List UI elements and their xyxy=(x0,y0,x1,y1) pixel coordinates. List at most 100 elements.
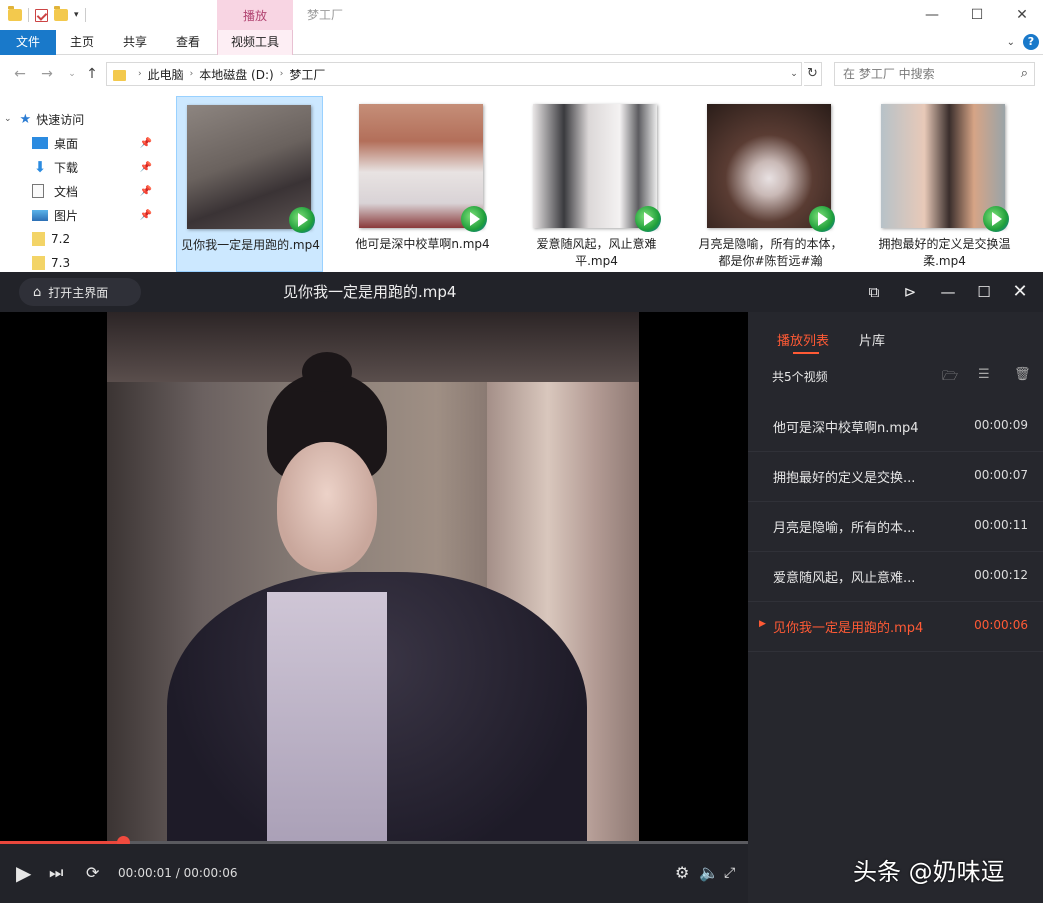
pin-on-top-icon[interactable]: ⊳ xyxy=(899,280,921,304)
file-name: 见你我一定是用跑的.mp4 xyxy=(181,238,320,252)
file-name: 爱意随风起，风止意难平.mp4 xyxy=(536,237,657,268)
refresh-icon[interactable]: ↻ xyxy=(804,62,822,86)
file-tile[interactable]: 拥抱最好的定义是交换温柔.mp4 xyxy=(871,96,1018,272)
player-title: 见你我一定是用跑的.mp4 xyxy=(283,283,457,301)
player-controls: ▶ ⏭ ⟳ 00:00:01 / 00:00:06 ⚙ 🔈 ⤢ xyxy=(0,844,748,903)
tab-view[interactable]: 查看 xyxy=(170,30,206,55)
file-explorer-window: ▾ 播放 梦工厂 — ☐ ✕ 文件 主页 共享 查看 视频工具 ⌄ ? ← → … xyxy=(0,0,1043,272)
forward-arrow-icon[interactable]: → xyxy=(37,64,57,84)
nav-quick-access[interactable]: ⌄ ★ 快速访问 xyxy=(4,107,164,131)
nav-item-label: 文档 xyxy=(54,184,79,199)
trash-icon[interactable]: 🗑 xyxy=(1014,367,1031,382)
up-arrow-icon[interactable]: ↑ xyxy=(82,64,102,84)
chevron-right-icon[interactable]: › xyxy=(280,69,284,79)
playlist-item[interactable]: 月亮是隐喻，所有的本... 00:00:11 xyxy=(748,502,1043,552)
loop-icon[interactable]: ⟳ xyxy=(86,862,99,884)
nav-item-label: 快速访问 xyxy=(36,112,85,127)
close-icon[interactable]: ✕ xyxy=(1009,280,1031,304)
search-placeholder: 在 梦工厂 中搜索 xyxy=(843,67,935,81)
expand-ribbon-icon[interactable]: ⌄ xyxy=(1007,37,1015,48)
video-area[interactable] xyxy=(0,312,748,844)
download-arrow-icon: ⬇ xyxy=(33,158,47,176)
play-icon[interactable]: ▶ xyxy=(16,862,31,884)
chevron-right-icon[interactable]: › xyxy=(138,69,142,79)
fullscreen-icon[interactable]: ⤢ xyxy=(724,862,735,884)
file-tile[interactable]: 爱意随风起，风止意难平.mp4 xyxy=(523,96,670,272)
divider xyxy=(84,8,86,22)
search-input[interactable]: 在 梦工厂 中搜索 ⌕ xyxy=(834,62,1035,86)
frame-figure-robe xyxy=(267,592,387,844)
playlist-item-duration: 00:00:06 xyxy=(974,618,1028,632)
tab-video-tools[interactable]: 视频工具 xyxy=(217,30,293,55)
minimize-icon[interactable]: — xyxy=(937,280,959,304)
window-title: 梦工厂 xyxy=(307,8,344,22)
chevron-right-icon[interactable]: › xyxy=(190,69,194,79)
breadcrumb-this-pc[interactable]: 此电脑 xyxy=(148,66,184,83)
back-arrow-icon[interactable]: ← xyxy=(10,64,30,84)
maximize-icon[interactable]: ☐ xyxy=(973,280,995,304)
nav-item-folder-7-2[interactable]: 7.2 xyxy=(32,227,192,251)
playlist-item-duration: 00:00:11 xyxy=(974,518,1028,532)
settings-gear-icon[interactable]: ⚙ xyxy=(675,862,689,884)
tab-file[interactable]: 文件 xyxy=(0,30,56,55)
file-list: 见你我一定是用跑的.mp4 他可是深中校草啊n.mp4 爱意随风起，风止意难平.… xyxy=(175,96,1043,272)
chevron-down-icon[interactable]: ⌄ xyxy=(4,114,12,124)
video-play-badge-icon xyxy=(289,207,315,233)
breadcrumb-local-disk[interactable]: 本地磁盘 (D:) xyxy=(199,66,273,83)
address-row: ← → ⌄ ↑ › 此电脑 › 本地磁盘 (D:) › 梦工厂 ⌄ ↻ 在 梦工… xyxy=(0,60,1043,88)
close-button[interactable]: ✕ xyxy=(999,0,1043,30)
video-play-badge-icon xyxy=(809,206,835,232)
star-icon: ★ xyxy=(19,111,32,127)
playlist-item-name: 见你我一定是用跑的.mp4 xyxy=(773,621,924,636)
properties-icon[interactable] xyxy=(35,8,48,22)
frame-figure-face xyxy=(277,442,377,572)
playlist-item[interactable]: 他可是深中校草啊n.mp4 00:00:09 xyxy=(748,402,1043,452)
file-tile[interactable]: 见你我一定是用跑的.mp4 xyxy=(176,96,323,272)
file-tile[interactable]: 他可是深中校草啊n.mp4 xyxy=(349,96,496,272)
customize-dropdown-icon[interactable]: ▾ xyxy=(74,10,79,20)
video-frame[interactable] xyxy=(107,312,639,844)
tab-playlist[interactable]: 播放列表 xyxy=(777,330,829,349)
quick-access-toolbar: ▾ xyxy=(0,0,86,30)
nav-item-documents[interactable]: 文档 📌 xyxy=(32,179,192,203)
help-icon[interactable]: ? xyxy=(1023,34,1039,50)
playlist-item-name: 他可是深中校草啊n.mp4 xyxy=(773,421,919,436)
now-playing-icon: ▶ xyxy=(759,619,766,629)
desktop-icon xyxy=(32,137,48,149)
navigation-pane: ⌄ ★ 快速访问 桌面 📌 ⬇ 下载 📌 文档 📌 图片 📌 7.2 7.3 xyxy=(0,100,164,272)
nav-item-desktop[interactable]: 桌面 📌 xyxy=(32,131,192,155)
playlist-item[interactable]: 爱意随风起，风止意难... 00:00:12 xyxy=(748,552,1043,602)
playlist-item-duration: 00:00:12 xyxy=(974,568,1028,582)
nav-item-label: 7.2 xyxy=(51,232,71,246)
nav-item-pictures[interactable]: 图片 📌 xyxy=(32,203,192,227)
file-tile[interactable]: 月亮是隐喻，所有的本体，都是你#陈哲远#瀚 xyxy=(697,96,844,272)
open-main-interface-button[interactable]: ⌂ 打开主界面 xyxy=(19,278,141,306)
playlist-item-playing[interactable]: ▶ 见你我一定是用跑的.mp4 00:00:06 xyxy=(748,602,1043,652)
nav-item-label: 7.3 xyxy=(51,256,71,270)
address-bar[interactable]: › 此电脑 › 本地磁盘 (D:) › 梦工厂 xyxy=(106,62,802,86)
breadcrumb-folder[interactable]: 梦工厂 xyxy=(289,66,325,83)
minimize-button[interactable]: — xyxy=(909,0,955,30)
player-header: ⌂ 打开主界面 见你我一定是用跑的.mp4 ⧉ ⊳ — ☐ ✕ xyxy=(0,272,1043,312)
recent-locations-icon[interactable]: ⌄ xyxy=(62,64,82,84)
folder-icon[interactable] xyxy=(8,6,22,21)
next-icon[interactable]: ⏭ xyxy=(49,862,63,884)
nav-item-downloads[interactable]: ⬇ 下载 📌 xyxy=(32,155,192,179)
tab-library[interactable]: 片库 xyxy=(859,330,885,349)
video-play-badge-icon xyxy=(635,206,661,232)
playlist-item-duration: 00:00:07 xyxy=(974,468,1028,482)
playlist-item[interactable]: 拥抱最好的定义是交换... 00:00:07 xyxy=(748,452,1043,502)
document-icon xyxy=(32,184,44,198)
pin-icon: 📌 xyxy=(139,137,152,149)
mini-mode-icon[interactable]: ⧉ xyxy=(863,280,885,304)
pin-icon: 📌 xyxy=(139,209,152,221)
maximize-button[interactable]: ☐ xyxy=(954,0,1000,30)
open-folder-icon[interactable]: 🗁 xyxy=(942,367,958,389)
tab-home[interactable]: 主页 xyxy=(64,30,100,55)
volume-icon[interactable]: 🔈 xyxy=(699,862,719,884)
new-folder-icon[interactable] xyxy=(54,6,68,21)
context-tab-play: 播放 xyxy=(217,0,293,30)
tab-share[interactable]: 共享 xyxy=(117,30,153,55)
address-dropdown-icon[interactable]: ⌄ xyxy=(786,62,802,86)
playlist-add-icon[interactable]: ☰ xyxy=(978,367,990,382)
